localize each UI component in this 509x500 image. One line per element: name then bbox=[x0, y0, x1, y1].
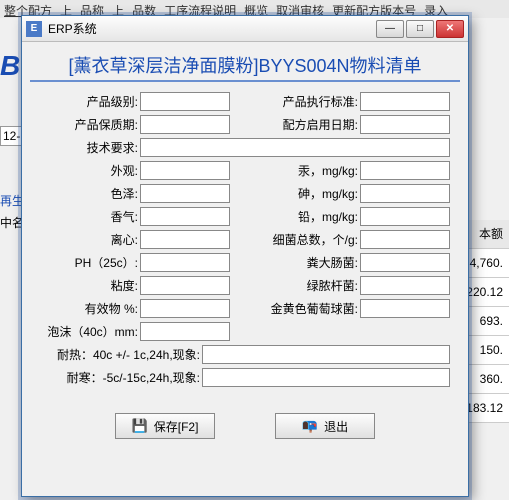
bg-menu-item[interactable]: 品数 bbox=[132, 2, 156, 16]
label-ph: PH（25c）: bbox=[30, 254, 140, 271]
label-bacteria: 细菌总数，个/g: bbox=[230, 231, 360, 248]
input-tech-req[interactable] bbox=[140, 138, 450, 157]
label-pseudo: 绿脓杆菌: bbox=[230, 277, 360, 294]
label-staph: 金黄色葡萄球菌: bbox=[230, 300, 360, 317]
input-bacteria[interactable] bbox=[360, 230, 450, 249]
label-product-grade: 产品级别: bbox=[30, 93, 140, 110]
label-heat: 耐热：40c +/- 1c,24h,现象: bbox=[30, 346, 202, 363]
bg-menu-item[interactable]: 上 bbox=[112, 2, 124, 16]
label-color: 色泽: bbox=[30, 185, 140, 202]
label-shelf-life: 产品保质期: bbox=[30, 116, 140, 133]
save-button[interactable]: 💾 保存[F2] bbox=[115, 413, 215, 439]
minimize-button[interactable]: — bbox=[376, 20, 404, 38]
input-color[interactable] bbox=[140, 184, 230, 203]
label-recipe-date: 配方启用日期: bbox=[230, 116, 360, 133]
input-heat[interactable] bbox=[202, 345, 450, 364]
label-aroma: 香气: bbox=[30, 208, 140, 225]
label-cold: 耐寒：-5c/-15c,24h,现象: bbox=[30, 369, 202, 386]
input-staph[interactable] bbox=[360, 299, 450, 318]
bg-menu-item[interactable]: 品称 bbox=[80, 2, 104, 16]
label-pb: 铅，mg/kg: bbox=[230, 208, 360, 225]
label-as: 砷，mg/kg: bbox=[230, 185, 360, 202]
label-appearance: 外观: bbox=[30, 162, 140, 179]
input-foam[interactable] bbox=[140, 322, 230, 341]
input-as[interactable] bbox=[360, 184, 450, 203]
input-hg[interactable] bbox=[360, 161, 450, 180]
input-cold[interactable] bbox=[202, 368, 450, 387]
page-heading: [薰衣草深层洁净面膜粉]BYYS004N物料清单 bbox=[30, 48, 460, 82]
label-foam: 泡沫（40c）mm: bbox=[30, 323, 140, 340]
maximize-button[interactable]: □ bbox=[406, 20, 434, 38]
input-shelf-life[interactable] bbox=[140, 115, 230, 134]
input-pseudo[interactable] bbox=[360, 276, 450, 295]
input-active[interactable] bbox=[140, 299, 230, 318]
bg-menu-item[interactable]: 录入 bbox=[424, 2, 448, 16]
bg-menu-item[interactable]: 工序流程说明 bbox=[164, 2, 236, 16]
input-pb[interactable] bbox=[360, 207, 450, 226]
label-hg: 汞，mg/kg: bbox=[230, 162, 360, 179]
bg-menu-item[interactable]: 更新配方版本号 bbox=[332, 2, 416, 16]
bg-menu-item[interactable]: 整个配方 bbox=[4, 2, 52, 16]
exit-button-label: 退出 bbox=[324, 418, 348, 435]
titlebar[interactable]: E ERP系统 — □ ✕ bbox=[22, 16, 468, 42]
close-button[interactable]: ✕ bbox=[436, 20, 464, 38]
input-ecoli[interactable] bbox=[360, 253, 450, 272]
label-ecoli: 粪大肠菌: bbox=[230, 254, 360, 271]
input-ph[interactable] bbox=[140, 253, 230, 272]
exit-button[interactable]: 📭 退出 bbox=[275, 413, 375, 439]
input-centrifuge[interactable] bbox=[140, 230, 230, 249]
bg-menu-item[interactable]: 上 bbox=[60, 2, 72, 16]
input-aroma[interactable] bbox=[140, 207, 230, 226]
erp-window: E ERP系统 — □ ✕ [薰衣草深层洁净面膜粉]BYYS004N物料清单 产… bbox=[21, 15, 469, 497]
bg-menu-item[interactable]: 概览 bbox=[244, 2, 268, 16]
exit-icon: 📭 bbox=[302, 418, 318, 434]
label-viscosity: 粘度: bbox=[30, 277, 140, 294]
window-title: ERP系统 bbox=[48, 20, 376, 37]
input-viscosity[interactable] bbox=[140, 276, 230, 295]
input-recipe-date[interactable] bbox=[360, 115, 450, 134]
label-exec-std: 产品执行标准: bbox=[230, 93, 360, 110]
save-button-label: 保存[F2] bbox=[154, 418, 199, 435]
label-active: 有效物 %: bbox=[30, 300, 140, 317]
bg-menu-item[interactable]: 取消审核 bbox=[276, 2, 324, 16]
input-appearance[interactable] bbox=[140, 161, 230, 180]
app-icon: E bbox=[26, 21, 42, 37]
label-tech-req: 技术要求: bbox=[30, 139, 140, 156]
input-exec-std[interactable] bbox=[360, 92, 450, 111]
input-product-grade[interactable] bbox=[140, 92, 230, 111]
save-icon: 💾 bbox=[132, 418, 148, 434]
label-centrifuge: 离心: bbox=[30, 231, 140, 248]
